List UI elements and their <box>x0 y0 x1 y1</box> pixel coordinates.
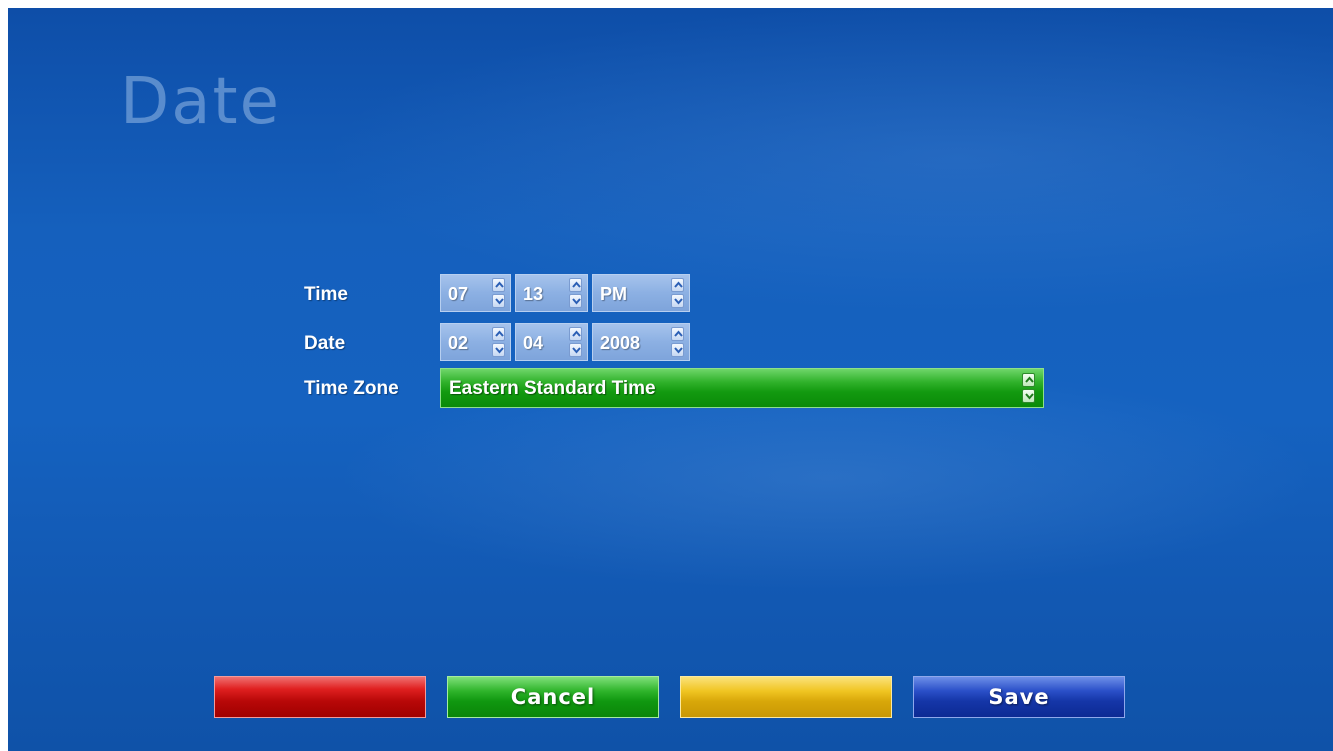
minute-value: 13 <box>523 284 544 304</box>
chevron-up-icon[interactable] <box>569 327 582 341</box>
timezone-value: Eastern Standard Time <box>449 378 656 399</box>
hour-arrows <box>492 278 505 308</box>
timezone-select[interactable]: Eastern Standard Time <box>440 368 1044 408</box>
settings-screen: Date Time 07 13 PM Date 02 04 2008 Time … <box>8 8 1333 751</box>
chevron-up-icon[interactable] <box>569 278 582 292</box>
chevron-down-icon[interactable] <box>492 343 505 357</box>
minute-spinner[interactable]: 13 <box>515 274 588 312</box>
ampm-spinner[interactable]: PM <box>592 274 690 312</box>
year-arrows <box>671 327 684 357</box>
yellow-button[interactable] <box>680 676 892 718</box>
day-spinner[interactable]: 04 <box>515 323 588 361</box>
chevron-up-icon[interactable] <box>492 327 505 341</box>
month-arrows <box>492 327 505 357</box>
year-spinner[interactable]: 2008 <box>592 323 690 361</box>
chevron-down-icon[interactable] <box>492 294 505 308</box>
timezone-arrows <box>1022 373 1035 403</box>
hour-spinner[interactable]: 07 <box>440 274 511 312</box>
chevron-up-icon[interactable] <box>671 278 684 292</box>
hour-value: 07 <box>448 284 469 304</box>
save-button[interactable]: Save <box>913 676 1125 718</box>
time-label: Time <box>304 284 349 305</box>
year-value: 2008 <box>600 333 641 353</box>
date-label: Date <box>304 333 346 354</box>
day-arrows <box>569 327 582 357</box>
chevron-up-icon[interactable] <box>671 327 684 341</box>
chevron-up-icon[interactable] <box>492 278 505 292</box>
ampm-value: PM <box>600 284 627 304</box>
chevron-down-icon[interactable] <box>569 294 582 308</box>
chevron-down-icon[interactable] <box>671 343 684 357</box>
ampm-arrows <box>671 278 684 308</box>
chevron-down-icon[interactable] <box>671 294 684 308</box>
day-value: 04 <box>523 333 544 353</box>
page-title: Date <box>120 65 281 139</box>
red-button[interactable] <box>214 676 426 718</box>
chevron-down-icon[interactable] <box>569 343 582 357</box>
month-value: 02 <box>448 333 469 353</box>
minute-arrows <box>569 278 582 308</box>
cancel-button[interactable]: Cancel <box>447 676 659 718</box>
chevron-down-icon[interactable] <box>1022 389 1035 403</box>
chevron-up-icon[interactable] <box>1022 373 1035 387</box>
month-spinner[interactable]: 02 <box>440 323 511 361</box>
timezone-label: Time Zone <box>304 378 399 399</box>
